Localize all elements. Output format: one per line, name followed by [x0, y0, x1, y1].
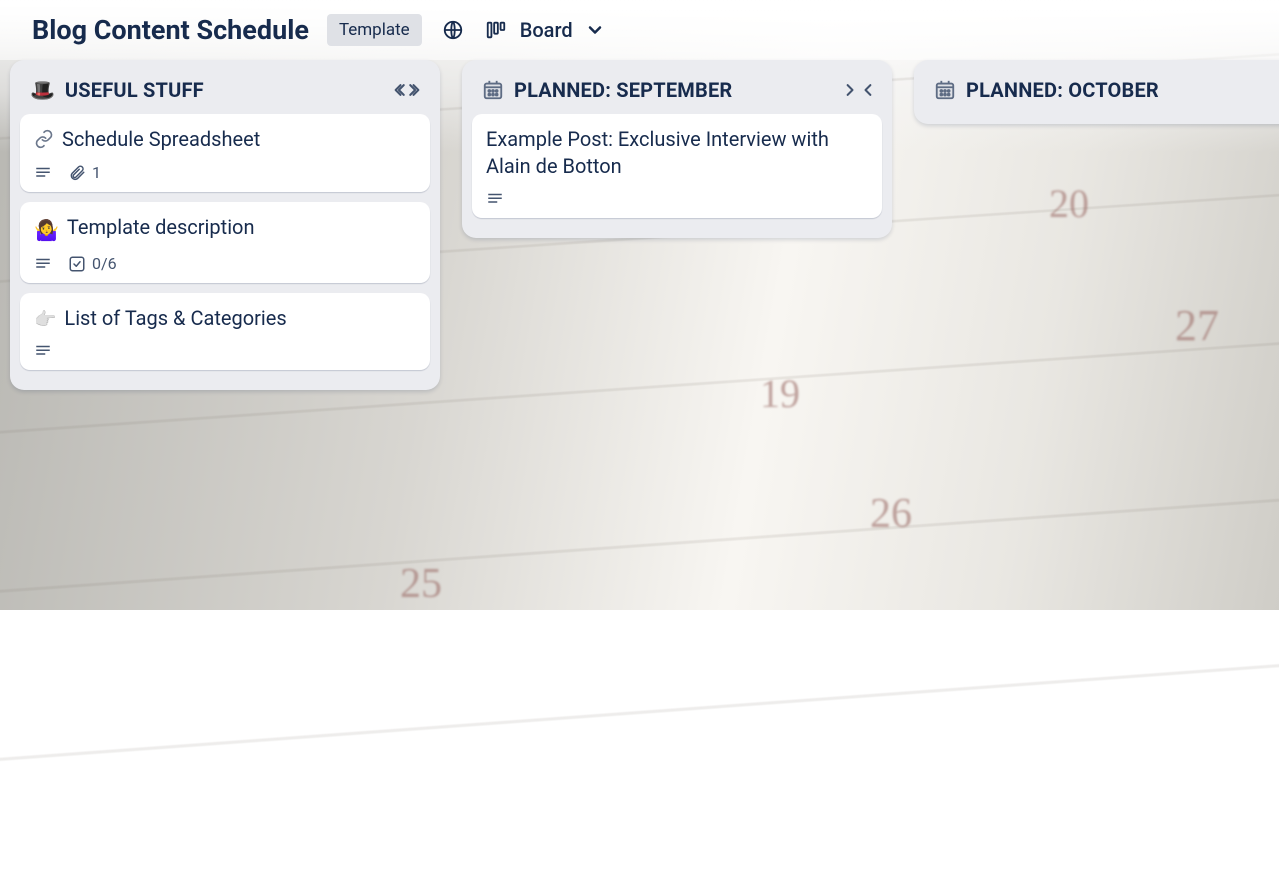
description-icon	[34, 255, 52, 273]
card-title: Template description	[67, 214, 255, 241]
card-title: Example Post: Exclusive Interview with A…	[486, 126, 868, 180]
list-header[interactable]: PLANNED: OCTOBER	[924, 70, 1279, 114]
list-header[interactable]: 🎩 USEFUL STUFF	[20, 70, 430, 114]
template-badge[interactable]: Template	[327, 14, 422, 46]
card[interactable]: Schedule Spreadsheet 1	[20, 114, 430, 192]
point-right-icon: 👉	[34, 308, 56, 332]
checklist-count: 0/6	[92, 254, 117, 273]
visibility-button[interactable]	[440, 19, 466, 41]
description-badge	[34, 342, 52, 360]
description-icon	[34, 164, 52, 182]
card-title: List of Tags & Categories	[64, 305, 286, 332]
link-icon	[34, 129, 54, 149]
attachment-icon	[68, 164, 86, 182]
globe-icon	[442, 19, 464, 41]
top-hat-icon: 🎩	[30, 78, 55, 102]
list-header[interactable]: PLANNED: SEPTEMBER	[472, 70, 882, 114]
board: 🎩 USEFUL STUFF	[0, 60, 1279, 390]
collapse-list-button[interactable]	[846, 80, 872, 100]
description-icon	[34, 342, 52, 360]
card-title: Schedule Spreadsheet	[62, 126, 260, 153]
collapse-icon	[846, 80, 872, 100]
list-title: PLANNED: SEPTEMBER	[514, 78, 732, 102]
list-useful-stuff: 🎩 USEFUL STUFF	[10, 60, 440, 390]
list-planned-october: PLANNED: OCTOBER	[914, 60, 1279, 124]
description-icon	[486, 190, 504, 208]
description-badge	[486, 190, 504, 208]
description-badge	[34, 164, 52, 182]
calendar-icon	[482, 79, 504, 101]
calendar-icon	[934, 79, 956, 101]
list-title: USEFUL STUFF	[65, 78, 204, 102]
list-planned-september: PLANNED: SEPTEMBER Example Post: Exclusi…	[462, 60, 892, 238]
checklist-icon	[68, 255, 86, 273]
card[interactable]: Example Post: Exclusive Interview with A…	[472, 114, 882, 218]
chevron-down-icon	[585, 20, 605, 40]
board-title[interactable]: Blog Content Schedule	[32, 14, 309, 46]
description-badge	[34, 255, 52, 273]
collapse-icon	[394, 80, 420, 100]
view-switcher[interactable]: Board	[484, 18, 605, 42]
board-view-icon	[484, 19, 508, 41]
shrug-icon: 🤷‍♀️	[34, 217, 59, 244]
view-label: Board	[520, 18, 573, 42]
attachment-count: 1	[92, 163, 101, 182]
card[interactable]: 🤷‍♀️ Template description 0/6	[20, 202, 430, 283]
board-header: Blog Content Schedule Template Board	[0, 0, 1279, 60]
attachment-badge: 1	[68, 163, 101, 182]
card[interactable]: 👉 List of Tags & Categories	[20, 293, 430, 370]
list-title: PLANNED: OCTOBER	[966, 78, 1159, 102]
checklist-badge: 0/6	[68, 254, 117, 273]
collapse-list-button[interactable]	[394, 80, 420, 100]
